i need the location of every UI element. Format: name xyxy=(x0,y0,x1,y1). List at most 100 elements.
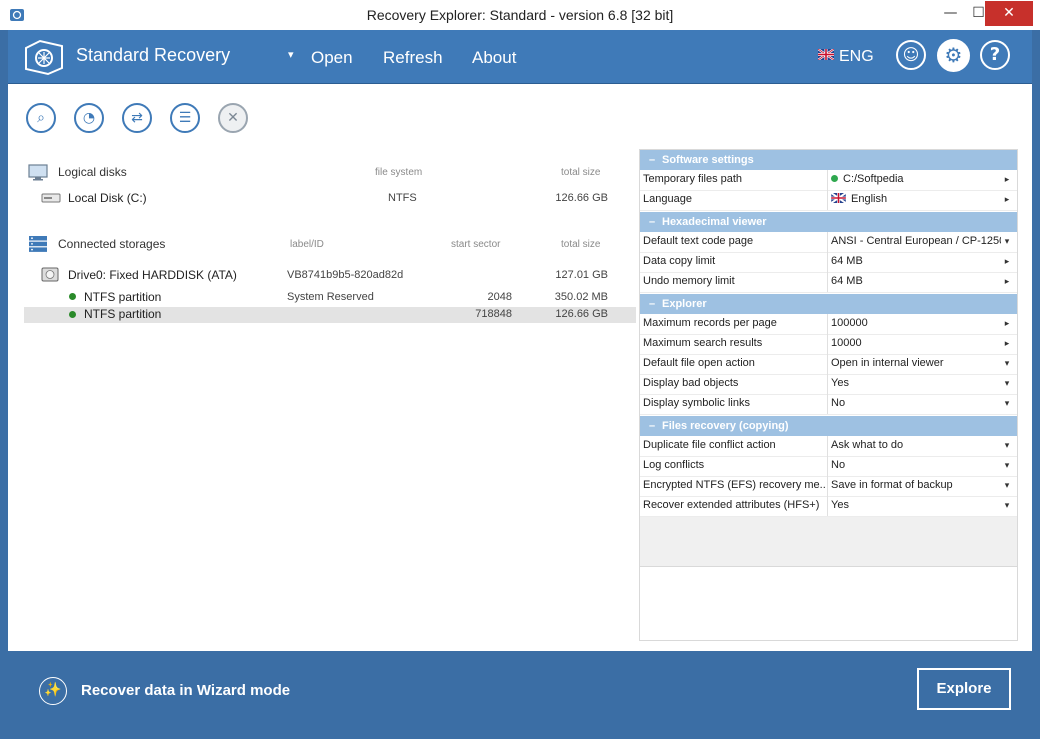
folder-import-icon[interactable]: ⇄ xyxy=(122,103,152,133)
prop-row-log-conflicts[interactable]: Log conflicts No ▾ xyxy=(640,456,1017,477)
app-window: Recovery Explorer: Standard - version 6.… xyxy=(0,0,1040,739)
logical-disks-title: Logical disks xyxy=(58,165,127,179)
prop-name: Default text code page xyxy=(643,235,754,247)
prop-row-max-records[interactable]: Maximum records per page 100000 ▸ xyxy=(640,314,1017,335)
expand-arrow-icon[interactable]: ▸ xyxy=(1001,170,1013,189)
gear-icon[interactable]: ⚙ xyxy=(937,39,970,72)
prop-value: Save in format of backup xyxy=(831,479,953,491)
col-total-size: total size xyxy=(561,167,601,178)
category-explorer[interactable]: – Explorer xyxy=(640,294,1017,314)
partition-start-sector: 2048 xyxy=(487,291,512,303)
prop-row-code-page[interactable]: Default text code page ANSI - Central Eu… xyxy=(640,232,1017,253)
prop-name: Language xyxy=(643,193,692,205)
menu-open[interactable]: Open xyxy=(311,48,353,68)
brand-name: Standard Recovery xyxy=(76,45,231,65)
prop-value-text: C:/Softpedia xyxy=(843,173,904,185)
category-hex-viewer[interactable]: – Hexadecimal viewer xyxy=(640,212,1017,232)
app-header: Standard Recovery ▾ Open Refresh About E… xyxy=(8,30,1032,84)
category-software-settings[interactable]: – Software settings xyxy=(640,150,1017,170)
explore-button[interactable]: Explore xyxy=(917,668,1011,710)
close-icon[interactable]: ✕ xyxy=(218,103,248,133)
dropdown-arrow-icon[interactable]: ▾ xyxy=(1001,374,1013,393)
main-content: ⌕ ◔ ⇄ ☰ ✕ Logical disks file system tota… xyxy=(8,84,1032,651)
window-title: Recovery Explorer: Standard - version 6.… xyxy=(366,7,674,23)
brand-menu-dropdown[interactable]: ▾ xyxy=(288,48,294,61)
disk-file-system: NTFS xyxy=(388,192,417,204)
expand-arrow-icon[interactable]: ▸ xyxy=(1001,272,1013,291)
drive-total-size: 127.01 GB xyxy=(555,269,608,281)
disk-drive-icon xyxy=(41,193,61,203)
collapse-icon[interactable]: – xyxy=(642,150,662,170)
partition-label: System Reserved xyxy=(287,291,374,303)
magic-wand-icon[interactable]: ✨ xyxy=(39,677,67,705)
prop-value: No xyxy=(831,397,846,409)
dropdown-arrow-icon[interactable]: ▾ xyxy=(1001,496,1013,515)
prop-name: Encrypted NTFS (EFS) recovery me... xyxy=(643,479,826,491)
menu-about[interactable]: About xyxy=(472,48,516,68)
prop-row-copy-limit[interactable]: Data copy limit 64 MB ▸ xyxy=(640,252,1017,273)
prop-row-symlinks[interactable]: Display symbolic links No ▾ xyxy=(640,394,1017,415)
language-selector[interactable]: ENG xyxy=(818,48,874,66)
prop-name: Display symbolic links xyxy=(643,397,750,409)
prop-name: Duplicate file conflict action xyxy=(643,439,776,451)
monitor-icon xyxy=(28,164,48,181)
expand-arrow-icon[interactable]: ▸ xyxy=(1001,190,1013,209)
prop-row-conflict-action[interactable]: Duplicate file conflict action Ask what … xyxy=(640,436,1017,457)
dropdown-arrow-icon[interactable]: ▾ xyxy=(1001,232,1013,251)
partition-total-size: 126.66 GB xyxy=(555,308,608,320)
prop-value: 100000 xyxy=(831,317,868,329)
prop-name: Data copy limit xyxy=(643,255,716,267)
disk-name: Local Disk (C:) xyxy=(68,191,147,205)
prop-value: No xyxy=(831,459,846,471)
category-title: Software settings xyxy=(662,154,754,166)
uk-flag-icon xyxy=(818,49,834,60)
title-bar: Recovery Explorer: Standard - version 6.… xyxy=(0,0,1040,30)
prop-row-max-search[interactable]: Maximum search results 10000 ▸ xyxy=(640,334,1017,355)
status-dot-icon xyxy=(69,311,76,318)
close-window-button[interactable]: ✕ xyxy=(985,1,1033,26)
category-title: Explorer xyxy=(662,298,707,310)
prop-row-bad-objects[interactable]: Display bad objects Yes ▾ xyxy=(640,374,1017,395)
expand-arrow-icon[interactable]: ▸ xyxy=(1001,334,1013,353)
search-icon[interactable]: ⌕ xyxy=(26,103,56,133)
prop-row-open-action[interactable]: Default file open action Open in interna… xyxy=(640,354,1017,375)
status-dot-icon xyxy=(831,175,838,182)
col-file-system: file system xyxy=(375,167,423,178)
expand-arrow-icon[interactable]: ▸ xyxy=(1001,314,1013,333)
col-start-sector: start sector xyxy=(451,239,501,250)
category-files-recovery[interactable]: – Files recovery (copying) xyxy=(640,416,1017,436)
dropdown-arrow-icon[interactable]: ▾ xyxy=(1001,354,1013,373)
user-icon[interactable]: ☺ xyxy=(896,40,926,70)
partition-name: NTFS partition xyxy=(84,290,162,304)
wizard-mode-link[interactable]: Recover data in Wizard mode xyxy=(81,682,290,699)
hard-disk-icon xyxy=(41,267,59,282)
prop-value: Yes xyxy=(831,499,849,511)
disk-total-size: 126.66 GB xyxy=(555,192,608,204)
prop-value: 64 MB xyxy=(831,255,863,267)
collapse-icon[interactable]: – xyxy=(642,294,662,314)
pie-chart-icon[interactable]: ◔ xyxy=(74,103,104,133)
drive-label: VB8741b9b5-820ad82d xyxy=(287,269,404,281)
prop-row-language[interactable]: Language English ▸ xyxy=(640,190,1017,211)
prop-name: Temporary files path xyxy=(643,173,743,185)
menu-refresh[interactable]: Refresh xyxy=(383,48,443,68)
dropdown-arrow-icon[interactable]: ▾ xyxy=(1001,476,1013,495)
status-dot-icon xyxy=(69,293,76,300)
dropdown-arrow-icon[interactable]: ▾ xyxy=(1001,456,1013,475)
prop-name: Display bad objects xyxy=(643,377,739,389)
col-storage-total-size: total size xyxy=(561,239,601,250)
collapse-icon[interactable]: – xyxy=(642,416,662,436)
prop-row-undo-limit[interactable]: Undo memory limit 64 MB ▸ xyxy=(640,272,1017,293)
drive-name: Drive0: Fixed HARDDISK (ATA) xyxy=(68,268,237,282)
dropdown-arrow-icon[interactable]: ▾ xyxy=(1001,394,1013,413)
help-icon[interactable]: ? xyxy=(980,40,1010,70)
collapse-icon[interactable]: – xyxy=(642,212,662,232)
prop-row-efs-recovery[interactable]: Encrypted NTFS (EFS) recovery me... Save… xyxy=(640,476,1017,497)
list-icon[interactable]: ☰ xyxy=(170,103,200,133)
uk-flag-icon xyxy=(831,192,847,204)
col-label-id: label/ID xyxy=(290,239,324,250)
prop-row-temp-path[interactable]: Temporary files path C:/Softpedia ▸ xyxy=(640,170,1017,191)
prop-row-extended-attrs[interactable]: Recover extended attributes (HFS+) Yes ▾ xyxy=(640,496,1017,517)
expand-arrow-icon[interactable]: ▸ xyxy=(1001,252,1013,271)
dropdown-arrow-icon[interactable]: ▾ xyxy=(1001,436,1013,455)
